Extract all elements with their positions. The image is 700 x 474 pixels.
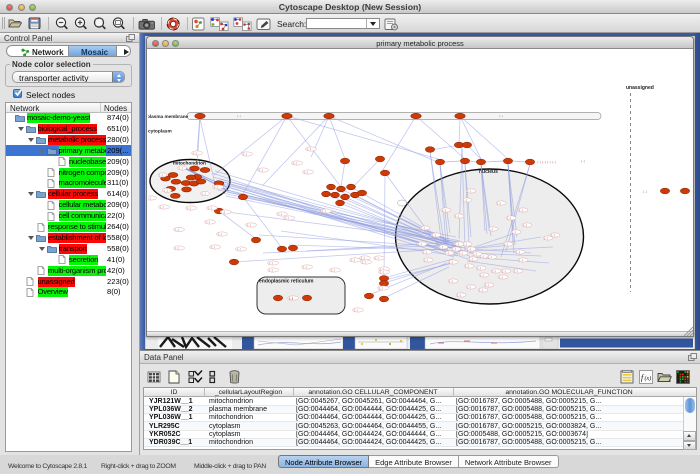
svg-text:[...]: [...]	[269, 268, 273, 272]
svg-text:[...]: [...]	[379, 286, 383, 290]
svg-text:[...]: [...]	[479, 288, 483, 292]
svg-text:[...]: [...]	[439, 245, 443, 249]
svg-text:[...]: [...]	[502, 269, 506, 273]
svg-text:[...]: [...]	[375, 256, 379, 260]
svg-text:[...]: [...]	[285, 216, 289, 220]
svg-text:[...]: [...]	[465, 264, 469, 268]
svg-text:cytoplasm: cytoplasm	[148, 129, 172, 135]
svg-text:[...]: [...]	[643, 190, 647, 194]
svg-text:[...]: [...]	[237, 247, 241, 251]
svg-text:[...]: [...]	[467, 247, 471, 251]
svg-text:[...]: [...]	[581, 159, 585, 163]
svg-text:[...]: [...]	[516, 250, 520, 254]
svg-text:[...]: [...]	[514, 269, 518, 273]
svg-text:[...]: [...]	[459, 251, 463, 255]
svg-text:unassigned: unassigned	[626, 85, 654, 91]
svg-text:[...]: [...]	[164, 188, 168, 192]
svg-text:[...]: [...]	[208, 206, 212, 210]
svg-text:[...]: [...]	[455, 214, 459, 218]
svg-text:[...]: [...]	[423, 250, 427, 254]
svg-text:[...]: [...]	[221, 210, 225, 214]
svg-text:[...]: [...]	[544, 236, 548, 240]
svg-text:[...]: [...]	[278, 212, 282, 216]
svg-text:[...]: [...]	[175, 228, 179, 232]
svg-text:[...]: [...]	[160, 205, 164, 209]
svg-text:[...]: [...]	[519, 258, 523, 262]
svg-text:[...]: [...]	[477, 266, 481, 270]
svg-text:endoplasmic reticulum: endoplasmic reticulum	[259, 279, 314, 285]
svg-text:[...]: [...]	[488, 255, 492, 259]
svg-text:[...]: [...]	[362, 260, 366, 264]
svg-text:[...]: [...]	[175, 246, 179, 250]
svg-text:[...]: [...]	[304, 170, 308, 174]
svg-text:[...]: [...]	[179, 166, 183, 170]
svg-text:[...]: [...]	[485, 283, 489, 287]
svg-text:[...]: [...]	[243, 152, 247, 156]
svg-text:[...]: [...]	[259, 168, 263, 172]
svg-text:[...]: [...]	[523, 223, 527, 227]
svg-text:[...]: [...]	[463, 198, 467, 202]
svg-text:[...]: [...]	[193, 151, 197, 155]
svg-text:[...]: [...]	[480, 273, 484, 277]
svg-text:[...]: [...]	[211, 245, 215, 249]
svg-text:[...]: [...]	[303, 265, 307, 269]
svg-text:[...]: [...]	[148, 196, 151, 200]
svg-text:[...]: [...]	[473, 252, 477, 256]
svg-text:[...]: [...]	[202, 192, 206, 196]
svg-text:[...]: [...]	[457, 293, 461, 297]
svg-text:(x): (x)	[645, 375, 652, 382]
svg-text:[...]: [...]	[499, 275, 503, 279]
svg-text:[...]: [...]	[449, 279, 453, 283]
svg-text:[...]: [...]	[159, 173, 163, 177]
svg-text:[...]: [...]	[322, 209, 326, 213]
svg-text:[...]: [...]	[237, 114, 241, 118]
svg-text:[...]: [...]	[489, 227, 493, 231]
svg-text:[...]: [...]	[206, 220, 210, 224]
svg-text:[...]: [...]	[492, 269, 496, 273]
svg-text:[...]: [...]	[469, 257, 473, 261]
svg-text:[...]: [...]	[512, 230, 516, 234]
svg-text:[...]: [...]	[497, 201, 501, 205]
svg-text:[...]: [...]	[351, 258, 355, 262]
svg-text:[...]: [...]	[467, 189, 471, 193]
svg-text:[...]: [...]	[187, 206, 191, 210]
svg-text:[...]: [...]	[218, 232, 222, 236]
svg-text:[...]: [...]	[418, 242, 422, 246]
svg-text:[...]: [...]	[445, 251, 449, 255]
svg-text:[...]: [...]	[449, 260, 453, 264]
svg-text:[...]: [...]	[432, 233, 436, 237]
svg-text:[...]: [...]	[507, 216, 511, 220]
svg-text:plasma membrane: plasma membrane	[148, 114, 189, 119]
svg-text:[...]: [...]	[421, 226, 425, 230]
svg-text:[...]: [...]	[519, 208, 523, 212]
svg-text:[...]: [...]	[289, 297, 293, 301]
svg-text:[...]: [...]	[354, 308, 358, 312]
svg-text:[...]: [...]	[504, 242, 508, 246]
svg-text:[...]: [...]	[452, 247, 456, 251]
svg-text:[...]: [...]	[467, 285, 471, 289]
svg-text:[...]: [...]	[331, 268, 335, 272]
svg-text:[...]: [...]	[380, 270, 384, 274]
svg-text:[...]: [...]	[293, 161, 297, 165]
svg-text:[...]: [...]	[442, 208, 446, 212]
svg-text:[...]: [...]	[247, 223, 251, 227]
svg-text:[...]: [...]	[269, 261, 273, 265]
svg-text:[...]: [...]	[424, 258, 428, 262]
svg-text:mitochondrion: mitochondrion	[173, 161, 206, 166]
svg-text:[...]: [...]	[455, 242, 459, 246]
svg-text:[...]: [...]	[499, 114, 503, 118]
svg-text:[...]: [...]	[214, 185, 218, 189]
svg-text:[...] [...] [...] [...]: [...] [...] [...] [...]	[537, 160, 556, 164]
svg-text:[...]: [...]	[307, 147, 311, 151]
